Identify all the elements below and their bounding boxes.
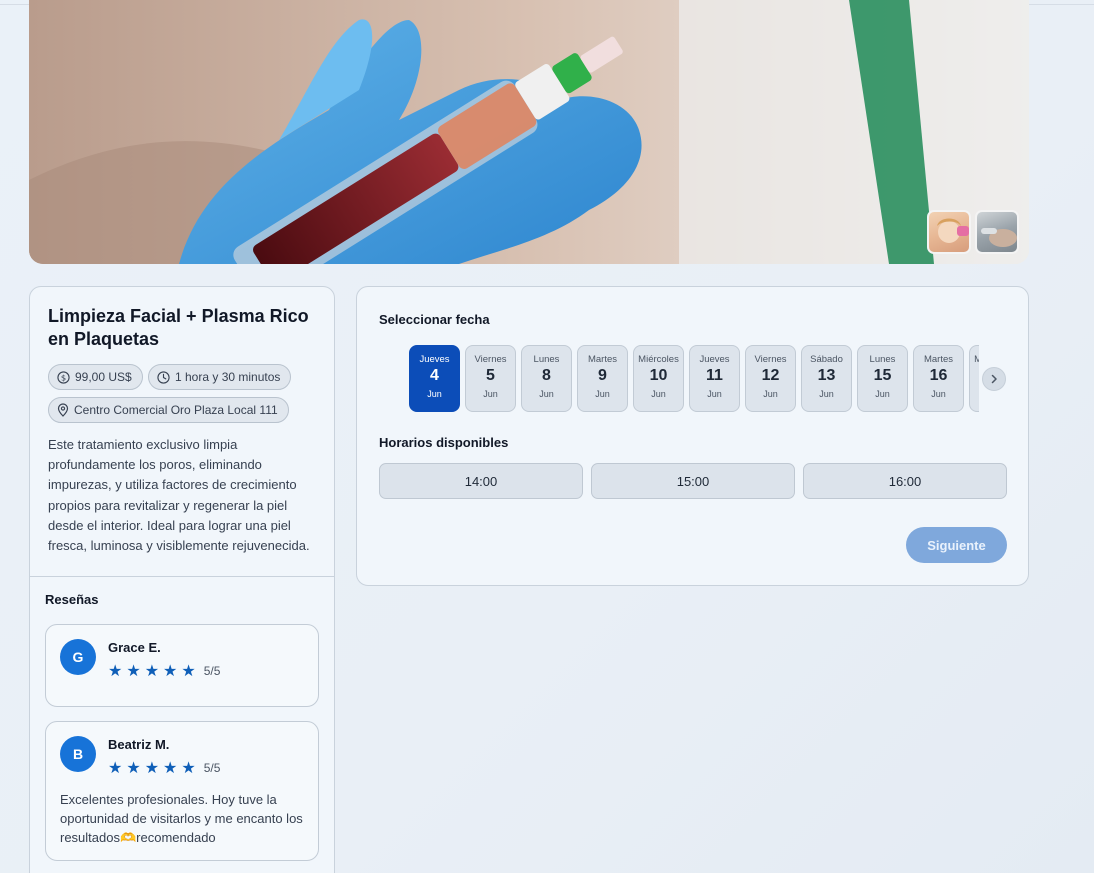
star-rating: ★ ★ ★ ★ ★ 5/5 — [108, 760, 220, 776]
star-icon: ★ — [126, 661, 141, 680]
date-option[interactable]: Viernes 5 Jun — [465, 345, 516, 412]
date-weekday: Martes — [923, 354, 954, 365]
date-month: Jun — [970, 389, 979, 399]
next-button[interactable]: Siguiente — [906, 527, 1007, 563]
duration-chip: 1 hora y 30 minutos — [148, 364, 292, 390]
rating-score: 5/5 — [203, 664, 221, 678]
date-option[interactable]: Lunes 8 Jun — [521, 345, 572, 412]
next-dates-button[interactable] — [982, 367, 1006, 391]
duration-text: 1 hora y 30 minutos — [175, 370, 281, 384]
date-day: 16 — [929, 367, 948, 384]
star-icon: ★ — [163, 661, 178, 680]
date-weekday: Miércoles — [974, 354, 979, 365]
date-day: 13 — [817, 367, 836, 384]
service-card: Limpieza Facial + Plasma Rico en Plaquet… — [29, 286, 335, 873]
date-option[interactable]: Lunes 15 Jun — [857, 345, 908, 412]
svg-text:$: $ — [61, 372, 66, 382]
rating-score: 5/5 — [203, 761, 221, 775]
date-weekday: Lunes — [533, 354, 560, 365]
date-option[interactable]: Jueves 11 Jun — [689, 345, 740, 412]
time-slot-button[interactable]: 14:00 — [379, 463, 583, 499]
star-icon: ★ — [126, 758, 141, 777]
review-card: G Grace E. ★ ★ ★ ★ ★ 5/5 — [45, 624, 319, 707]
date-weekday: Jueves — [419, 354, 450, 365]
service-title: Limpieza Facial + Plasma Rico en Plaquet… — [48, 306, 309, 349]
price-chip: $ 99,00 US$ — [48, 364, 143, 390]
star-icon: ★ — [181, 758, 196, 777]
date-day: 11 — [706, 367, 723, 384]
date-month: Jun — [539, 389, 554, 399]
review-card: B Beatriz M. ★ ★ ★ ★ ★ 5/5 Excelentes pr… — [45, 721, 319, 861]
location-chip: Centro Comercial Oro Plaza Local 111 — [48, 397, 289, 423]
date-weekday: Viernes — [754, 354, 787, 365]
date-month: Jun — [651, 389, 666, 399]
date-month: Jun — [595, 389, 610, 399]
date-option[interactable]: Jueves 4 Jun — [409, 345, 460, 412]
service-description: Este tratamiento exclusivo limpia profun… — [48, 437, 310, 554]
thumbnail-1[interactable] — [927, 210, 971, 254]
hero-illustration — [29, 0, 1029, 264]
image-thumbnails — [927, 210, 1019, 254]
hero-image — [29, 0, 1029, 264]
date-month: Jun — [763, 389, 778, 399]
star-icon: ★ — [181, 661, 196, 680]
reviewer-name: Beatriz M. — [108, 737, 170, 752]
date-day: 12 — [761, 367, 780, 384]
star-rating: ★ ★ ★ ★ ★ 5/5 — [108, 663, 220, 679]
star-icon: ★ — [108, 661, 123, 680]
star-icon: ★ — [144, 758, 160, 777]
star-icon: ★ — [108, 758, 123, 777]
divider — [30, 576, 334, 577]
date-month: Jun — [875, 389, 890, 399]
date-option[interactable]: Miércoles 17 Jun — [969, 345, 979, 412]
star-icon: ★ — [144, 661, 160, 680]
clock-icon — [157, 370, 170, 384]
date-weekday: Viernes — [474, 354, 507, 365]
date-day: 8 — [542, 367, 551, 384]
date-list: Jueves 4 Jun Viernes 5 Jun Lunes 8 Jun Martes 9 Jun… — [409, 345, 979, 412]
booking-card: Seleccionar fecha Jueves 4 Jun Viernes 5 Jun L… — [356, 286, 1029, 586]
available-times-heading: Horarios disponibles — [379, 435, 509, 450]
date-day: 15 — [873, 367, 892, 384]
review-text: Excelentes profesionales. Hoy tuve la op… — [60, 792, 303, 845]
avatar: B — [60, 736, 96, 772]
thumbnail-treatment-image — [981, 228, 1017, 247]
date-day: 5 — [486, 367, 495, 384]
avatar: G — [60, 639, 96, 675]
date-option[interactable]: Miércoles 10 Jun — [633, 345, 684, 412]
date-month: Jun — [819, 389, 834, 399]
location-text: Centro Comercial Oro Plaza Local 111 — [74, 403, 278, 417]
date-option[interactable]: Martes 9 Jun — [577, 345, 628, 412]
date-day: 17 — [970, 367, 979, 385]
dollar-circle-icon: $ — [57, 370, 70, 384]
reviews-heading: Reseñas — [45, 592, 99, 607]
date-month: Jun — [707, 389, 722, 399]
date-weekday: Sábado — [810, 354, 843, 365]
time-slot-button[interactable]: 15:00 — [591, 463, 795, 499]
time-slots: 14:00 15:00 16:00 — [379, 463, 1007, 499]
date-option[interactable]: Martes 16 Jun — [913, 345, 964, 412]
date-weekday: Martes — [587, 354, 618, 365]
thumbnail-face-image — [937, 218, 969, 243]
map-pin-icon — [57, 403, 69, 417]
chevron-right-icon — [991, 374, 997, 384]
time-slot-button[interactable]: 16:00 — [803, 463, 1007, 499]
date-month: Jun — [483, 389, 498, 399]
date-weekday: Jueves — [699, 354, 730, 365]
thumbnail-2[interactable] — [975, 210, 1019, 254]
date-day: 10 — [649, 367, 668, 384]
date-weekday: Lunes — [869, 354, 896, 365]
price-text: 99,00 US$ — [75, 370, 132, 384]
date-weekday: Miércoles — [638, 354, 679, 365]
date-option[interactable]: Sábado 13 Jun — [801, 345, 852, 412]
date-month: Jun — [931, 389, 946, 399]
date-month: Jun — [427, 389, 442, 399]
date-carousel: Jueves 4 Jun Viernes 5 Jun Lunes 8 Jun Martes 9 Jun… — [409, 345, 979, 413]
select-date-heading: Seleccionar fecha — [379, 312, 490, 327]
date-day: 4 — [430, 367, 439, 384]
reviewer-name: Grace E. — [108, 640, 161, 655]
date-option[interactable]: Viernes 12 Jun — [745, 345, 796, 412]
date-day: 9 — [598, 367, 607, 384]
star-icon: ★ — [163, 758, 178, 777]
